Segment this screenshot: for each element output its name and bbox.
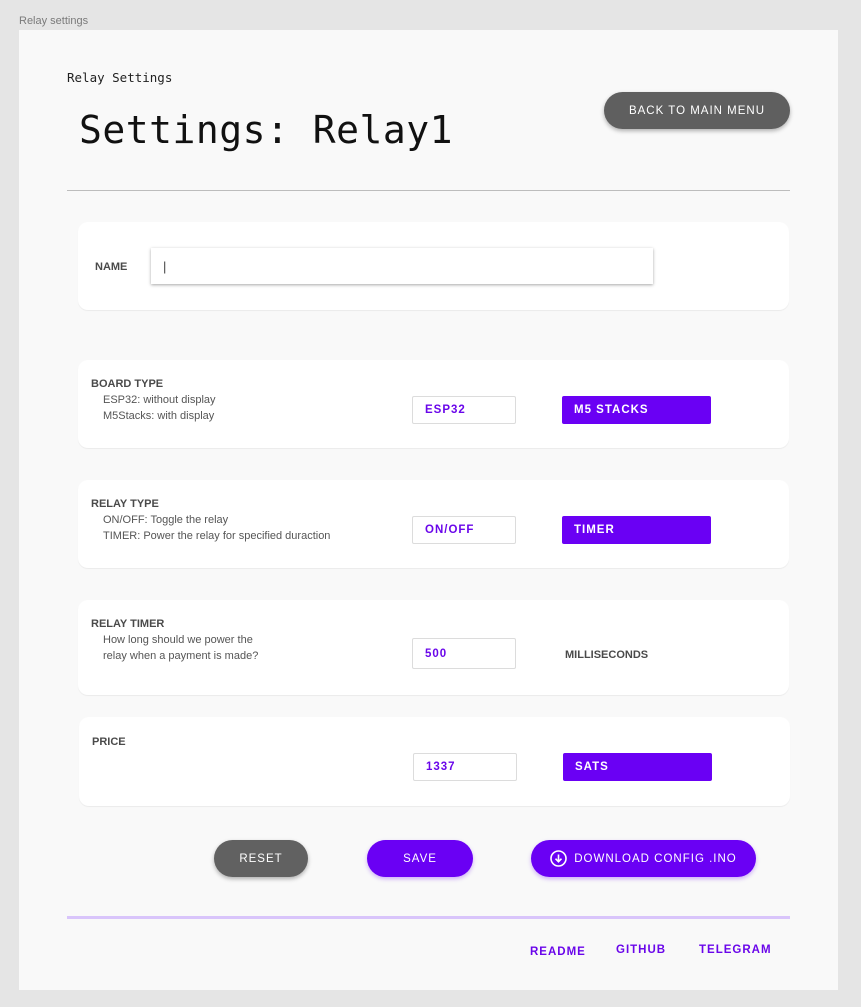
relay-timer-desc-line2: relay when a payment is made? <box>103 650 259 662</box>
relay-type-field[interactable]: ON/OFF <box>412 516 516 544</box>
download-circle-icon <box>550 850 568 867</box>
relay-type-title: RELAY TYPE <box>91 498 159 510</box>
relay-type-desc-onoff: ON/OFF: Toggle the relay <box>103 514 229 526</box>
relay-timer-card: RELAY TIMER How long should we power the… <box>78 600 789 695</box>
board-type-title: BOARD TYPE <box>91 378 164 390</box>
price-title: PRICE <box>92 736 126 748</box>
readme-link[interactable]: README <box>530 946 586 958</box>
download-config-label: DOWNLOAD CONFIG .INO <box>574 852 737 865</box>
header-divider <box>67 190 790 191</box>
name-card: NAME | <box>78 222 789 310</box>
relay-type-card: RELAY TYPE ON/OFF: Toggle the relay TIME… <box>78 480 789 568</box>
reset-button[interactable]: RESET <box>214 840 308 877</box>
name-label: NAME <box>95 261 128 273</box>
sats-button[interactable]: SATS <box>563 753 712 781</box>
board-type-card: BOARD TYPE ESP32: without display M5Stac… <box>78 360 789 448</box>
telegram-link[interactable]: TELEGRAM <box>699 944 772 956</box>
board-type-field[interactable]: ESP32 <box>412 396 516 424</box>
board-type-desc-m5: M5Stacks: with display <box>103 410 215 422</box>
relay-timer-desc-line1: How long should we power the <box>103 634 253 646</box>
download-config-button[interactable]: DOWNLOAD CONFIG .INO <box>531 840 756 877</box>
milliseconds-unit: MILLISECONDS <box>565 649 649 661</box>
board-type-desc-esp32: ESP32: without display <box>103 394 216 406</box>
back-to-main-menu-button[interactable]: BACK TO MAIN MENU <box>604 92 790 129</box>
footer-divider <box>67 916 790 919</box>
timer-button[interactable]: TIMER <box>562 516 711 544</box>
name-input[interactable]: | <box>151 248 653 284</box>
breadcrumb: Relay Settings <box>67 70 173 85</box>
frame-label: Relay settings <box>19 15 89 27</box>
save-button[interactable]: SAVE <box>367 840 473 877</box>
relay-timer-title: RELAY TIMER <box>91 618 165 630</box>
github-link[interactable]: GITHUB <box>616 944 666 956</box>
m5-stacks-button[interactable]: M5 STACKS <box>562 396 711 424</box>
price-card: PRICE 1337 SATS <box>79 717 790 806</box>
settings-page: Relay Settings Settings: Relay1 BACK TO … <box>19 30 838 990</box>
page-title: Settings: Relay1 <box>79 108 454 152</box>
relay-timer-input[interactable]: 500 <box>412 638 516 669</box>
price-input[interactable]: 1337 <box>413 753 517 781</box>
relay-type-desc-timer: TIMER: Power the relay for specified dur… <box>103 530 331 542</box>
